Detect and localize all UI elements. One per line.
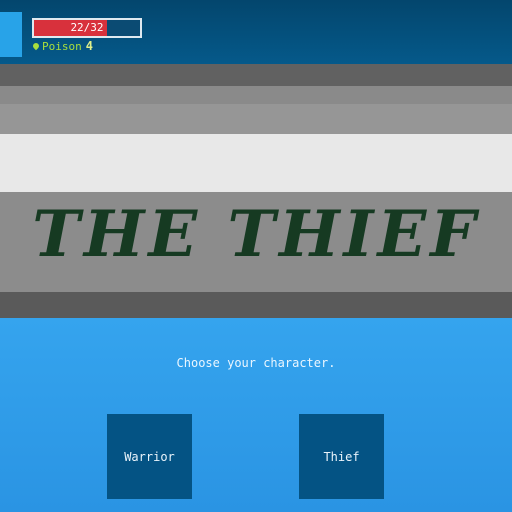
- poison-drop-icon: [31, 41, 41, 51]
- health-text: 22/32: [70, 21, 104, 34]
- character-select-panel: [0, 318, 512, 512]
- health-bar: 22/32: [32, 18, 142, 38]
- status-effect-label: Poison: [42, 40, 82, 53]
- choose-prompt: Choose your character.: [176, 356, 336, 370]
- warrior-button[interactable]: Warrior: [107, 414, 192, 499]
- player-portrait: [0, 12, 22, 57]
- status-effect: Poison 4: [31, 39, 93, 53]
- banner-title: The Thief: [32, 197, 480, 272]
- thief-button[interactable]: Thief: [299, 414, 384, 499]
- status-effect-count: 4: [85, 39, 93, 53]
- hud-bar: 22/32 Poison 4: [0, 0, 512, 64]
